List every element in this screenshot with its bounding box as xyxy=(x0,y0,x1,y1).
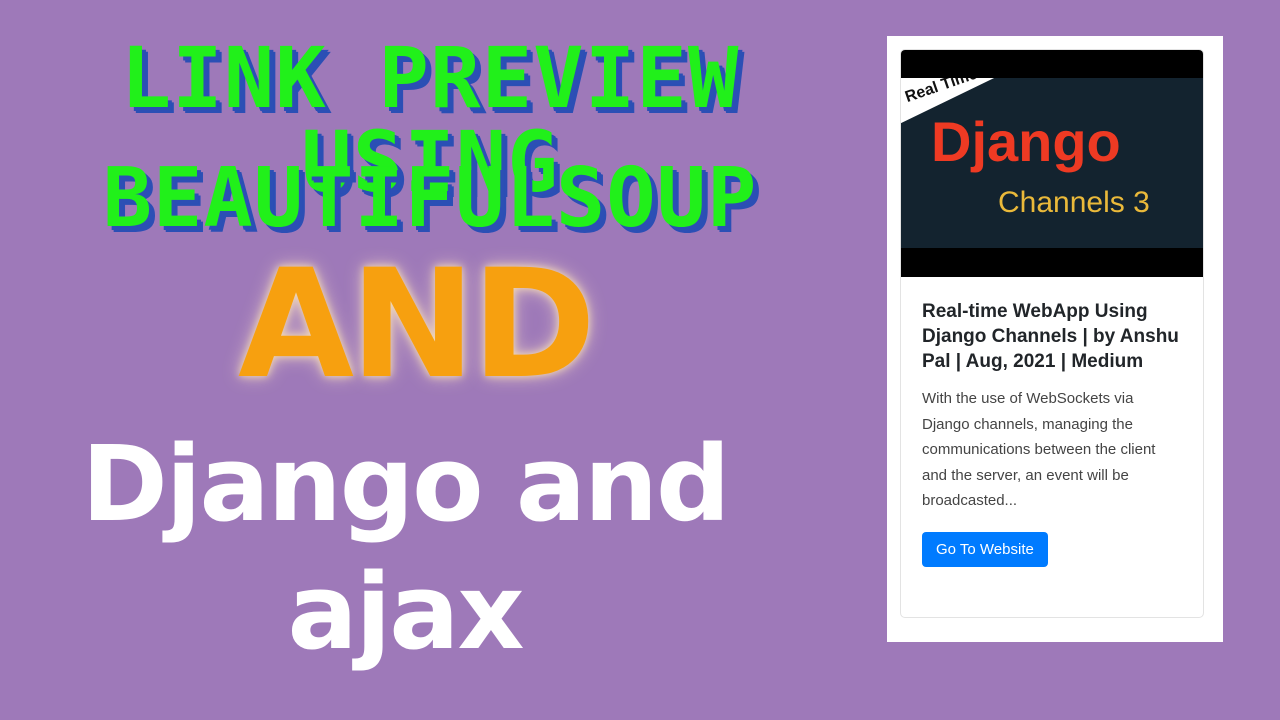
card-image: Real Time Django Channels 3 xyxy=(901,50,1203,277)
headline-sub-line-1: Django and xyxy=(81,423,731,545)
headline-sub-line-2: ajax xyxy=(287,551,524,673)
card-description: With the use of WebSockets via Django ch… xyxy=(922,390,1156,509)
image-title: Django xyxy=(931,110,1121,173)
card-body: Real-time WebApp Using Django Channels |… xyxy=(901,277,1203,567)
image-subtitle: Channels 3 xyxy=(998,186,1150,219)
go-to-website-button[interactable]: Go To Website xyxy=(922,531,1048,567)
link-preview-card: Real Time Django Channels 3 Real-time We… xyxy=(900,49,1204,618)
card-title: Real-time WebApp Using Django Channels |… xyxy=(922,301,1179,372)
preview-panel: Real Time Django Channels 3 Real-time We… xyxy=(887,36,1223,642)
card-image-artwork: Real Time Django Channels 3 xyxy=(901,78,1203,248)
headline-line-2: BEAUTIFULSOUP xyxy=(102,151,758,246)
headline-connector: AND xyxy=(237,238,596,412)
